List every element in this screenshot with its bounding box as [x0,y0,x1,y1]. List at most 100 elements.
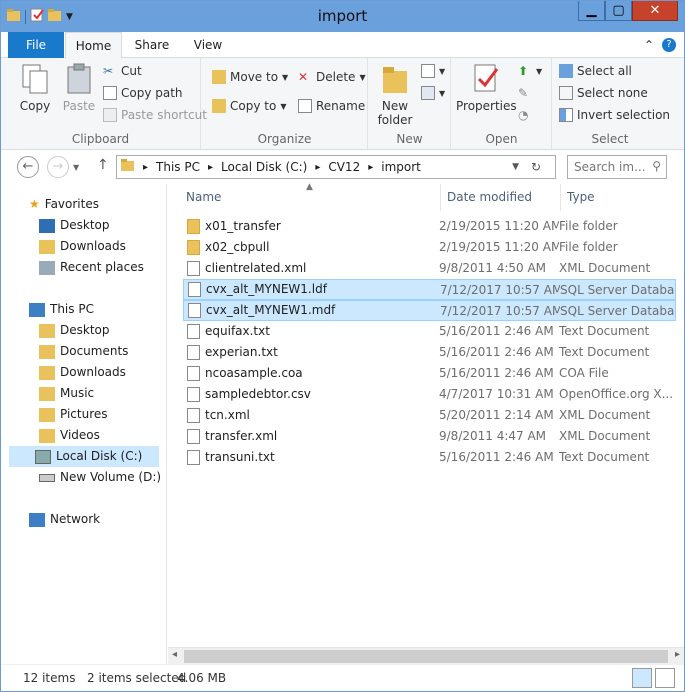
move-to-button[interactable]: Move to ▼ [212,70,288,84]
file-row[interactable]: x01_transfer 2/19/2015 11:20 AM File folde… [183,216,676,237]
file-row[interactable]: transuni.txt 5/16/2011 2:46 AM Text Docume… [183,447,676,468]
tab-share[interactable]: Share [125,32,179,58]
file-name-cell[interactable]: tcn.xml [183,405,439,426]
nav-new-volume[interactable]: New Volume (D:) [39,467,161,488]
scroll-left-icon[interactable]: ◂ [172,649,177,660]
breadcrumb-sep[interactable]: ▸ [143,162,148,173]
large-icons-view-button[interactable] [655,668,675,688]
cut-button[interactable]: ✂ Cut [103,64,142,78]
easy-access-button[interactable]: ▼ [421,86,445,100]
nav-favorites[interactable]: ★ Favorites [29,194,99,215]
file-name-cell[interactable]: ncoasample.coa [183,363,439,384]
file-row[interactable]: equifax.txt 5/16/2011 2:46 AM Text Documen… [183,321,676,342]
file-name: cvx_alt_MYNEW1.mdf [206,303,336,317]
nav-desktop[interactable]: Desktop [39,215,110,236]
file-name-cell[interactable]: equifax.txt [183,321,439,342]
file-name-cell[interactable]: cvx_alt_MYNEW1.mdf [184,301,440,320]
breadcrumb-cv12[interactable]: CV12 [328,160,360,174]
column-name[interactable]: Name [180,184,441,211]
recent-locations-icon[interactable]: ▼ [73,163,79,172]
open-button[interactable]: ⬆ ▼ [518,64,542,78]
new-item-button[interactable]: ▼ [421,64,445,78]
breadcrumb-sep[interactable]: ▸ [368,162,373,173]
address-bar[interactable]: ▸ This PC ▸ Local Disk (C:) ▸ CV12 ▸ imp… [116,155,556,179]
file-date: 2/19/2015 11:20 AM [439,219,559,233]
nav-pc-pictures[interactable]: Pictures [39,404,108,425]
file-type: Text Document [559,324,650,338]
paste-button[interactable]: Paste [57,63,101,113]
file-row[interactable]: x02_cbpull 2/19/2015 11:20 AM File folder [183,237,676,258]
new-folder-button[interactable]: New folder [373,63,417,127]
help-icon[interactable]: ? [662,38,676,52]
horizontal-scrollbar[interactable]: ◂ ▸ [168,647,684,664]
file-row[interactable]: tcn.xml 5/20/2011 2:14 AM XML Document [183,405,676,426]
file-row[interactable]: cvx_alt_MYNEW1.mdf 7/12/2017 10:57 AM SQL … [183,300,676,321]
tab-view[interactable]: View [181,32,235,58]
file-name-cell[interactable]: experian.txt [183,342,439,363]
file-name-cell[interactable]: transuni.txt [183,447,439,468]
refresh-icon[interactable]: ↻ [531,160,541,174]
nav-local-disk[interactable]: Local Disk (C:) [9,446,159,467]
nav-network[interactable]: Network [29,509,100,530]
back-button[interactable]: ← [17,156,39,178]
edit-icon: ✎ [518,86,529,100]
invert-selection-button[interactable]: Invert selection [559,108,670,122]
new-folder-label-1: New [381,99,409,113]
file-name-cell[interactable]: transfer.xml [183,426,439,447]
history-button[interactable]: ◔ [518,108,532,122]
nav-pc-desktop[interactable]: Desktop [39,320,110,341]
maximize-button[interactable]: ▢ [605,1,632,21]
column-date[interactable]: Date modified [441,184,561,211]
breadcrumb-this-pc[interactable]: This PC [156,160,200,174]
file-name-cell[interactable]: clientrelated.xml [183,258,439,279]
select-none-button[interactable]: Select none [559,86,648,100]
edit-button[interactable]: ✎ [518,86,532,100]
close-button[interactable]: ✕ [632,1,678,21]
copy-to-button[interactable]: Copy to ▼ [212,99,286,113]
tab-home[interactable]: Home [65,32,122,59]
tab-file[interactable]: File [8,32,64,58]
breadcrumb-import[interactable]: import [381,160,421,174]
breadcrumb-local-disk[interactable]: Local Disk (C:) [221,160,307,174]
breadcrumb-sep[interactable]: ▸ [208,162,213,173]
nav-recent[interactable]: Recent places [39,257,144,278]
details-view-button[interactable] [632,668,652,688]
scrollbar-thumb[interactable] [184,650,668,663]
delete-label: Delete [316,70,356,84]
nav-pc-music[interactable]: Music [39,383,94,404]
file-name-cell[interactable]: x02_cbpull [183,237,439,258]
search-icon[interactable]: ⚲ [652,159,661,173]
file-row[interactable]: sampledebtor.csv 4/7/2017 10:31 AM OpenOff… [183,384,676,405]
paste-shortcut-button[interactable]: Paste shortcut [103,108,207,122]
breadcrumb-sep[interactable]: ▸ [315,162,320,173]
collapse-ribbon-icon[interactable]: ⌃ [644,38,654,52]
file-name-cell[interactable]: sampledebtor.csv [183,384,439,405]
properties-button[interactable]: Properties [456,63,517,113]
nav-downloads[interactable]: Downloads [39,236,126,257]
nav-pc-downloads[interactable]: Downloads [39,362,126,383]
forward-button[interactable]: → [47,156,69,178]
file-row[interactable]: experian.txt 5/16/2011 2:46 AM Text Docume… [183,342,676,363]
file-name-cell[interactable]: x01_transfer [183,216,439,237]
copy-icon [20,63,50,95]
file-row[interactable]: transfer.xml 9/8/2011 4:47 AM XML Document [183,426,676,447]
column-type[interactable]: Type [561,184,681,211]
delete-button[interactable]: ✕ Delete ▼ [298,70,366,84]
nav-thispc[interactable]: This PC [29,299,94,320]
file-name-cell[interactable]: cvx_alt_MYNEW1.ldf [184,280,440,299]
rename-button[interactable]: Rename [298,99,365,113]
copy-path-button[interactable]: Copy path [103,86,183,100]
file-type: Text Document [559,450,650,464]
up-button[interactable]: ↑ [97,157,109,173]
copy-button[interactable]: Copy [13,63,57,113]
search-input[interactable]: Search im... ⚲ [567,155,667,179]
select-all-button[interactable]: Select all [559,64,632,78]
nav-pc-documents[interactable]: Documents [39,341,128,362]
scroll-right-icon[interactable]: ▸ [675,649,680,660]
minimize-button[interactable]: ▁ [578,1,605,21]
file-row[interactable]: clientrelated.xml 9/8/2011 4:50 AM XML Doc… [183,258,676,279]
file-row[interactable]: ncoasample.coa 5/16/2011 2:46 AM COA File [183,363,676,384]
file-row[interactable]: cvx_alt_MYNEW1.ldf 7/12/2017 10:57 AM SQL … [183,279,676,300]
nav-pc-videos[interactable]: Videos [39,425,100,446]
address-dropdown-icon[interactable]: ▼ [512,162,519,172]
